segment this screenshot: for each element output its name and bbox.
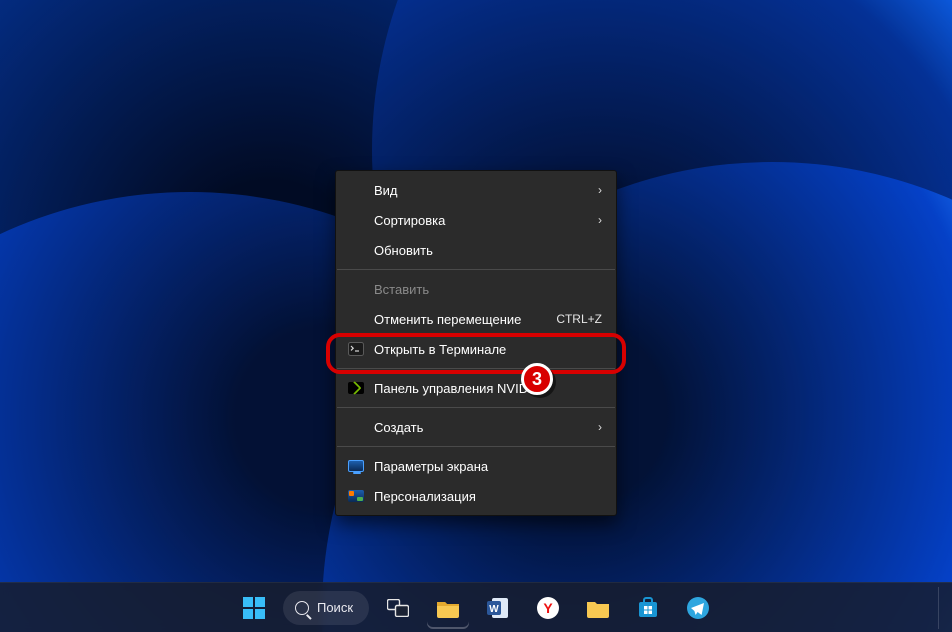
taskbar-search-label: Поиск: [317, 600, 353, 615]
menu-separator: [337, 368, 615, 369]
menu-create[interactable]: Создать ›: [336, 412, 616, 442]
taskbar-app-word[interactable]: W: [477, 587, 519, 629]
telegram-icon: [686, 596, 710, 620]
menu-personalization[interactable]: Персонализация: [336, 481, 616, 511]
menu-label: Отменить перемещение: [374, 312, 556, 327]
menu-separator: [337, 446, 615, 447]
file-explorer-icon: [436, 598, 460, 618]
menu-display-settings[interactable]: Параметры экрана: [336, 451, 616, 481]
start-button[interactable]: [233, 587, 275, 629]
svg-text:W: W: [489, 604, 499, 615]
blank-icon: [346, 280, 366, 298]
windows-icon: [243, 597, 265, 619]
blank-icon: [346, 241, 366, 259]
taskbar: Поиск W Y: [0, 582, 952, 632]
menu-open-terminal[interactable]: Открыть в Терминале: [336, 334, 616, 364]
menu-label: Вставить: [374, 282, 602, 297]
menu-label: Персонализация: [374, 489, 602, 504]
blank-icon: [346, 418, 366, 436]
yandex-icon: Y: [536, 596, 560, 620]
menu-nvidia-control-panel[interactable]: Панель управления NVIDIA: [336, 373, 616, 403]
taskbar-search[interactable]: Поиск: [283, 591, 369, 625]
menu-separator: [337, 407, 615, 408]
menu-label: Сортировка: [374, 213, 598, 228]
chevron-right-icon: ›: [598, 213, 602, 227]
folder-icon: [586, 598, 610, 618]
task-view-button[interactable]: [377, 587, 419, 629]
blank-icon: [346, 181, 366, 199]
taskbar-app-store[interactable]: [627, 587, 669, 629]
blank-icon: [346, 310, 366, 328]
menu-separator: [337, 269, 615, 270]
chevron-right-icon: ›: [598, 183, 602, 197]
taskbar-app-telegram[interactable]: [677, 587, 719, 629]
chevron-right-icon: ›: [598, 420, 602, 434]
display-icon: [346, 457, 366, 475]
taskbar-app-yandex[interactable]: Y: [527, 587, 569, 629]
menu-sort[interactable]: Сортировка ›: [336, 205, 616, 235]
menu-label: Вид: [374, 183, 598, 198]
menu-refresh[interactable]: Обновить: [336, 235, 616, 265]
word-icon: W: [486, 596, 510, 620]
blank-icon: [346, 211, 366, 229]
taskbar-app-folder[interactable]: [577, 587, 619, 629]
nvidia-icon: [346, 379, 366, 397]
menu-label: Панель управления NVIDIA: [374, 381, 602, 396]
terminal-icon: [346, 340, 366, 358]
search-icon: [295, 601, 309, 615]
menu-label: Обновить: [374, 243, 602, 258]
menu-paste: Вставить: [336, 274, 616, 304]
personalization-icon: [346, 487, 366, 505]
menu-undo-move[interactable]: Отменить перемещение CTRL+Z: [336, 304, 616, 334]
ms-store-icon: [637, 597, 659, 619]
task-view-icon: [387, 599, 409, 617]
menu-label: Создать: [374, 420, 598, 435]
taskbar-app-explorer[interactable]: [427, 587, 469, 629]
tray-separator: [938, 587, 940, 629]
menu-shortcut: CTRL+Z: [556, 312, 602, 326]
desktop-context-menu: Вид › Сортировка › Обновить Вставить Отм…: [335, 170, 617, 516]
system-tray[interactable]: [938, 583, 940, 632]
menu-label: Параметры экрана: [374, 459, 602, 474]
menu-label: Открыть в Терминале: [374, 342, 602, 357]
svg-text:Y: Y: [543, 600, 553, 616]
menu-view[interactable]: Вид ›: [336, 175, 616, 205]
